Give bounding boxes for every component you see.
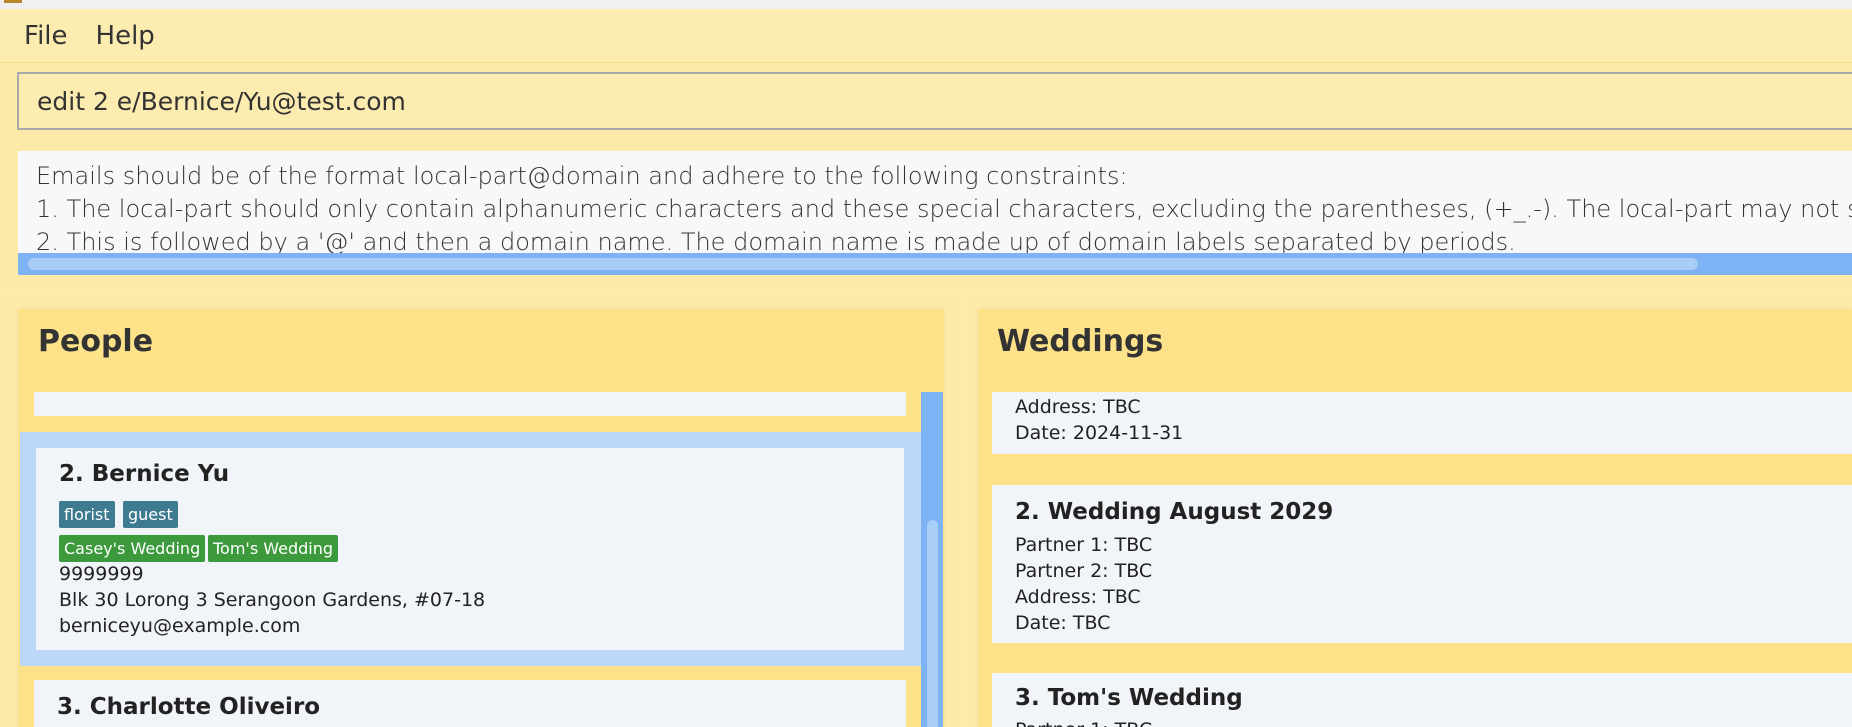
app-icon	[4, 0, 22, 3]
wedding-date: Date: 2024-11-31	[1015, 422, 1184, 444]
wedding-card[interactable]: 2. Wedding August 2029 Partner 1: TBC Pa…	[992, 485, 1852, 643]
title-bar	[0, 0, 1852, 9]
wedding-address: Address: TBC	[1015, 396, 1141, 418]
person-address: Blk 30 Lorong 3 Serangoon Gardens, #07-1…	[59, 589, 486, 611]
wedding-partner1: Partner 1: TBC	[1015, 719, 1152, 727]
menu-bar: File Help	[0, 9, 1852, 62]
wedding-tag: Tom's Wedding	[208, 535, 339, 562]
role-tag: guest	[123, 501, 178, 528]
wedding-name: 2. Wedding August 2029	[1015, 499, 1334, 525]
wedding-card[interactable]: Address: TBC Date: 2024-11-31	[992, 392, 1852, 454]
person-phone: 9999999	[59, 563, 144, 585]
person-name: 2. Bernice Yu	[59, 461, 230, 487]
command-box-container: edit 2 e/Bernice/Yu@test.com	[0, 62, 1852, 142]
scrollbar-thumb[interactable]	[927, 520, 938, 727]
people-panel-title: People	[38, 324, 154, 359]
wedding-partner1: Partner 1: TBC	[1015, 534, 1153, 556]
result-line: 2. This is followed by a '@' and then a …	[36, 228, 1516, 256]
person-email: berniceyu@example.com	[59, 615, 301, 637]
person-card[interactable]: 3. Charlotte Oliveiro	[34, 680, 906, 727]
command-input[interactable]: edit 2 e/Bernice/Yu@test.com	[17, 72, 1852, 130]
role-tag: florist	[59, 501, 115, 528]
wedding-date: Date: TBC	[1015, 612, 1111, 634]
wedding-card[interactable]: 3. Tom's Wedding Partner 1: TBC	[992, 673, 1852, 727]
person-card[interactable]: 2. Bernice Yu florist guest Casey's Wedd…	[36, 448, 904, 650]
weddings-panel-title: Weddings	[997, 324, 1164, 359]
person-name: 3. Charlotte Oliveiro	[57, 694, 321, 720]
menu-file[interactable]: File	[24, 21, 68, 51]
result-line: 1. The local-part should only contain al…	[36, 195, 1852, 223]
wedding-name: 3. Tom's Wedding	[1015, 685, 1243, 711]
person-card-partial[interactable]	[34, 392, 906, 416]
result-line: Emails should be of the format local-par…	[36, 162, 1128, 190]
result-horizontal-scrollbar[interactable]	[18, 253, 1852, 275]
scrollbar-thumb[interactable]	[28, 258, 1698, 270]
wedding-address: Address: TBC	[1015, 586, 1141, 608]
menu-help[interactable]: Help	[96, 21, 155, 51]
wedding-partner2: Partner 2: TBC	[1015, 560, 1153, 582]
people-vertical-scrollbar[interactable]	[921, 392, 943, 727]
wedding-tag: Casey's Wedding	[59, 535, 206, 562]
